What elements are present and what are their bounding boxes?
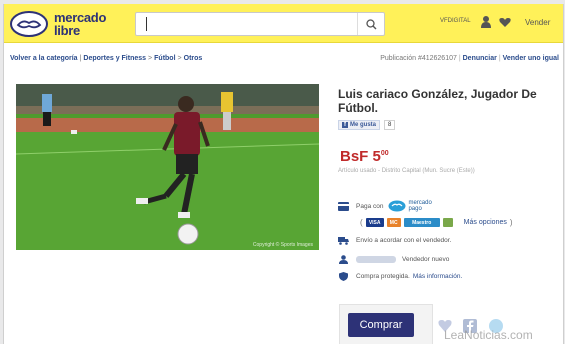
seller-name-blurred[interactable] bbox=[356, 256, 396, 263]
mercadopago-logo: mercado pago bbox=[388, 200, 432, 212]
publication-bar: Publicación #412626107 | Denunciar | Ven… bbox=[380, 55, 559, 62]
mastercard-logo: MC bbox=[386, 218, 401, 227]
search-icon bbox=[365, 18, 376, 29]
text-cursor bbox=[146, 17, 147, 31]
shipping-row: Envío a acordar con el vendedor. bbox=[338, 236, 451, 245]
search-button[interactable] bbox=[357, 13, 384, 35]
header-bar: mercado libre VFDIGITAL Vender bbox=[4, 4, 563, 43]
product-title: Luis cariaco González, Jugador De Fútbol… bbox=[338, 87, 537, 115]
protection-row: Compra protegida. Más información. bbox=[338, 272, 462, 281]
product-photo[interactable]: Copyright © Sports Images bbox=[16, 84, 319, 250]
price-currency: BsF bbox=[340, 148, 369, 165]
mercadopago-icon bbox=[388, 200, 406, 212]
logo-text-line2: libre bbox=[54, 23, 80, 38]
breadcrumb: Volver a la categoría | Deportes y Fitness… bbox=[10, 55, 203, 62]
mercadolibre-logo[interactable]: mercado libre bbox=[10, 9, 106, 39]
credit-card-icon bbox=[338, 201, 349, 211]
card-logo bbox=[442, 218, 453, 227]
heart-icon[interactable] bbox=[499, 17, 511, 28]
page-frame: mercado libre VFDIGITAL Vender Volver a … bbox=[3, 4, 564, 344]
visa-card-logo: VISA bbox=[365, 218, 384, 227]
card-logos: ( VISA MC Maestro Más opciones ) bbox=[360, 218, 513, 227]
facebook-like: f Me gusta 8 bbox=[338, 120, 396, 130]
breadcrumb-item[interactable]: Otros bbox=[184, 55, 203, 62]
soccer-player-image bbox=[16, 84, 319, 250]
search-box bbox=[135, 12, 385, 36]
more-info-link[interactable]: Más información. bbox=[413, 273, 463, 280]
maestro-card-logo: Maestro bbox=[403, 218, 440, 227]
payment-row: Paga con mercado pago bbox=[338, 200, 432, 212]
price-cents: 00 bbox=[380, 150, 389, 157]
user-name-link[interactable]: VFDIGITAL bbox=[440, 18, 471, 24]
protection-text: Compra protegida. bbox=[356, 273, 410, 280]
breadcrumb-back-link[interactable]: Volver a la categoría bbox=[10, 55, 78, 62]
shield-icon bbox=[339, 272, 348, 281]
user-icon[interactable] bbox=[480, 15, 492, 29]
seller-row: Vendedor nuevo bbox=[338, 255, 449, 264]
watermark: LeaNoticias.com bbox=[444, 328, 533, 342]
photo-caption: Copyright © Sports Images bbox=[252, 242, 313, 248]
breadcrumb-item[interactable]: Deportes y Fitness bbox=[83, 55, 146, 62]
product-price: BsF 500 bbox=[340, 148, 389, 165]
pay-with-label: Paga con bbox=[356, 202, 384, 210]
breadcrumb-item[interactable]: Fútbol bbox=[154, 55, 175, 62]
price-value: 5 bbox=[372, 148, 381, 165]
like-label: Me gusta bbox=[350, 122, 377, 128]
facebook-icon: f bbox=[342, 122, 348, 128]
search-input[interactable] bbox=[144, 14, 358, 36]
truck-icon bbox=[338, 237, 349, 245]
more-options-link[interactable]: Más opciones bbox=[464, 219, 507, 226]
buy-button[interactable]: Comprar bbox=[348, 313, 414, 337]
publication-number: Publicación #412626107 bbox=[380, 55, 457, 62]
report-link[interactable]: Denunciar bbox=[463, 55, 497, 62]
product-condition: Artículo usado - Distrito Capital (Mun. … bbox=[338, 168, 475, 174]
seller-status: Vendedor nuevo bbox=[402, 256, 450, 263]
seller-icon bbox=[339, 255, 348, 264]
like-count: 8 bbox=[384, 120, 396, 130]
sell-link[interactable]: Vender bbox=[525, 18, 550, 27]
sell-same-link[interactable]: Vender uno igual bbox=[503, 55, 559, 62]
shipping-text: Envío a acordar con el vendedor. bbox=[356, 237, 452, 244]
like-button[interactable]: f Me gusta bbox=[338, 120, 381, 130]
mp-text-line2: pago bbox=[408, 206, 422, 212]
handshake-logo-icon bbox=[10, 11, 48, 37]
